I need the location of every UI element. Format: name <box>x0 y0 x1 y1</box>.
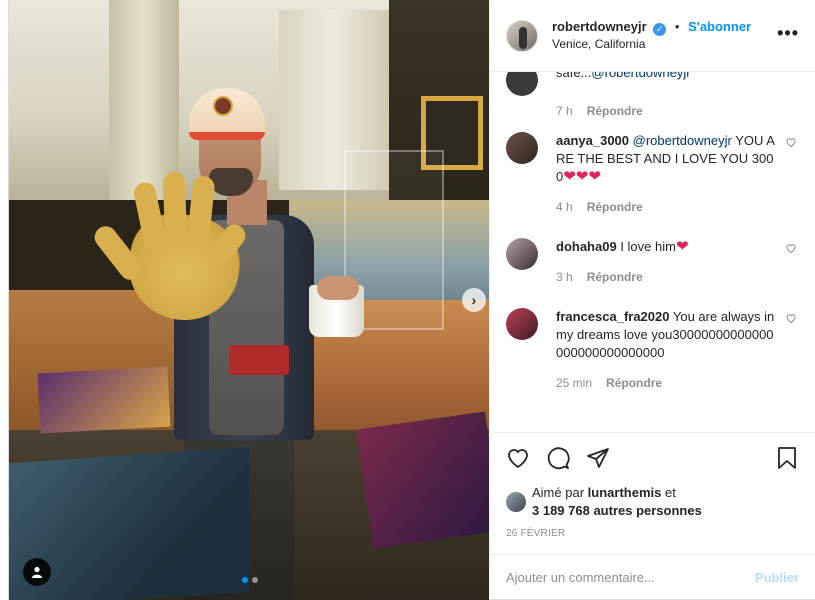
add-comment-bar: Publier <box>490 554 815 600</box>
post-photo[interactable]: › <box>9 0 489 600</box>
comment-meta: 4 h Répondre <box>556 198 775 216</box>
post-details-panel: robertdowneyjr ✓ • S'abonner Venice, Cal… <box>489 0 815 600</box>
comment-body: dohaha09 I love him❤ 3 h Répondre <box>556 238 785 286</box>
comment-time[interactable]: 25 min <box>556 376 592 390</box>
post-actions-bar <box>490 432 815 482</box>
likes-conjunction: et <box>664 485 676 500</box>
verified-badge-icon: ✓ <box>653 23 667 36</box>
comment-bubble-icon[interactable] <box>546 446 570 470</box>
comment-meta: 7 h Répondre <box>556 102 789 120</box>
liker-avatar[interactable] <box>506 492 526 512</box>
comment-mention[interactable]: @robertdowneyjr <box>633 133 732 148</box>
comment-time[interactable]: 4 h <box>556 200 573 214</box>
comment-item: francesca_fra2020 You are always in my d… <box>506 308 799 392</box>
likes-text: Aimé par lunarthemis et 3 189 768 autres… <box>532 484 702 520</box>
comment-text: I love him <box>620 239 676 254</box>
reply-button[interactable]: Répondre <box>587 200 643 214</box>
comment-username[interactable]: francesca_fra2020 <box>556 309 669 324</box>
heart-emoji-icon: ❤❤❤ <box>563 168 601 185</box>
comment-item: dohaha09 I love him❤ 3 h Répondre <box>506 238 799 286</box>
tagged-users-button[interactable] <box>23 558 51 586</box>
header-separator: • <box>674 19 680 34</box>
reply-button[interactable]: Répondre <box>587 104 643 118</box>
comment-username[interactable]: aanya_3000 <box>556 133 629 148</box>
carousel-dot-active <box>242 577 248 583</box>
like-comment-heart-icon[interactable] <box>785 308 799 392</box>
photo-blind-left <box>109 0 179 200</box>
user-icon <box>32 566 42 578</box>
photo-poster-right <box>356 411 489 549</box>
comment-item: aanya_3000 @robertdowneyjr YOU ARE THE B… <box>506 132 799 216</box>
comment-avatar[interactable] <box>506 72 538 96</box>
bookmark-icon[interactable] <box>775 446 799 470</box>
comment-item: safe...@robertdowneyjr 7 h Répondre <box>506 72 799 120</box>
comment-avatar[interactable] <box>506 308 538 340</box>
comment-mention[interactable]: @robertdowneyjr <box>591 72 690 80</box>
reply-button[interactable]: Répondre <box>587 270 643 284</box>
author-avatar[interactable] <box>506 19 538 52</box>
author-info: robertdowneyjr ✓ • S'abonner Venice, Cal… <box>552 19 777 52</box>
likes-prefix: Aimé par <box>532 485 585 500</box>
like-comment-heart-icon[interactable] <box>785 132 799 216</box>
author-username[interactable]: robertdowneyjr <box>552 19 647 34</box>
photo-hand-holding-cup <box>317 276 359 300</box>
share-paper-plane-icon[interactable] <box>586 446 610 470</box>
likes-summary: Aimé par lunarthemis et 3 189 768 autres… <box>490 482 815 522</box>
comment-body: aanya_3000 @robertdowneyjr YOU ARE THE B… <box>556 132 785 216</box>
comment-time[interactable]: 7 h <box>556 104 573 118</box>
photo-shirt-logo <box>229 345 289 375</box>
more-options-icon[interactable]: ••• <box>777 24 799 44</box>
post-header: robertdowneyjr ✓ • S'abonner Venice, Cal… <box>490 0 815 72</box>
comment-body: francesca_fra2020 You are always in my d… <box>556 308 785 392</box>
carousel-dot <box>252 577 258 583</box>
comment-text: safe... <box>556 72 592 80</box>
likes-count[interactable]: 3 189 768 autres personnes <box>532 503 702 518</box>
comment-avatar[interactable] <box>506 132 538 164</box>
like-comment-heart-icon[interactable] <box>785 238 799 286</box>
comment-body: safe...@robertdowneyjr 7 h Répondre <box>556 72 799 120</box>
photo-poster-table <box>37 366 171 434</box>
post-date[interactable]: 26 FÉVRIER <box>490 522 815 554</box>
comment-time[interactable]: 3 h <box>556 270 573 284</box>
reply-button[interactable]: Répondre <box>606 376 662 390</box>
comment-username[interactable]: dohaha09 <box>556 239 617 254</box>
comment-avatar[interactable] <box>506 238 538 270</box>
comment-input[interactable] <box>506 570 755 585</box>
post-modal: › robertdowneyjr ✓ • S'abonner Venice, C… <box>8 0 815 600</box>
chevron-right-icon: › <box>471 292 477 308</box>
comment-meta: 25 min Répondre <box>556 374 775 392</box>
post-location[interactable]: Venice, California <box>552 36 777 52</box>
photo-finger <box>162 171 188 247</box>
heart-emoji-icon: ❤ <box>675 238 689 255</box>
liker-username[interactable]: lunarthemis <box>588 485 662 500</box>
comments-list[interactable]: safe...@robertdowneyjr 7 h Répondre aanya… <box>490 72 815 432</box>
like-heart-icon[interactable] <box>506 446 530 470</box>
next-slide-button[interactable]: › <box>462 288 486 312</box>
follow-button[interactable]: S'abonner <box>688 19 751 34</box>
comment-meta: 3 h Répondre <box>556 268 775 286</box>
carousel-indicator <box>242 577 258 583</box>
photo-cap-badge <box>213 96 233 116</box>
publish-button[interactable]: Publier <box>755 570 799 585</box>
